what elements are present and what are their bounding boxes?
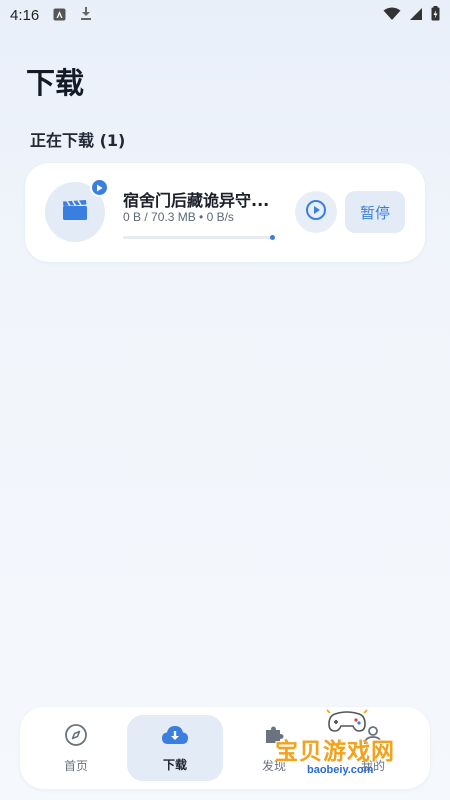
wifi-icon bbox=[383, 6, 401, 25]
bottom-navigation: 首页 下载 发现 我的 bbox=[20, 707, 430, 789]
user-icon bbox=[361, 723, 385, 751]
battery-icon bbox=[431, 5, 440, 25]
download-item-title: 宿舍门后藏诡异守... bbox=[123, 191, 270, 210]
app-notification-icon bbox=[53, 6, 66, 25]
download-notification-icon bbox=[80, 6, 92, 25]
nav-item-discover[interactable]: 发现 bbox=[226, 715, 322, 781]
section-title-downloading: 正在下载 (1) bbox=[30, 131, 126, 150]
nav-label-discover: 发现 bbox=[261, 758, 286, 773]
status-time: 4:16 bbox=[10, 6, 40, 24]
clapperboard-icon bbox=[62, 199, 88, 225]
play-circle-icon bbox=[305, 199, 327, 225]
pause-button[interactable]: 暂停 bbox=[345, 191, 405, 233]
nav-item-profile[interactable]: 我的 bbox=[325, 715, 421, 781]
puzzle-icon bbox=[262, 723, 286, 751]
nav-label-download: 下载 bbox=[162, 757, 187, 772]
signal-icon bbox=[409, 6, 423, 25]
download-item-card[interactable]: 宿舍门后藏诡异守... 0 B / 70.3 MB • 0 B/s 暂停 bbox=[25, 163, 425, 262]
compass-icon bbox=[64, 723, 88, 751]
nav-label-home: 首页 bbox=[63, 758, 88, 773]
cloud-download-icon bbox=[161, 724, 189, 750]
video-badge-play-icon bbox=[90, 178, 109, 197]
nav-item-home[interactable]: 首页 bbox=[28, 715, 124, 781]
resume-play-button[interactable] bbox=[295, 191, 337, 233]
nav-label-profile: 我的 bbox=[360, 758, 385, 773]
download-item-meta: 0 B / 70.3 MB • 0 B/s bbox=[123, 210, 234, 224]
status-bar: 4:16 bbox=[0, 0, 450, 30]
progress-indicator-dot bbox=[270, 235, 275, 240]
page-title: 下载 bbox=[26, 66, 85, 100]
nav-item-download[interactable]: 下载 bbox=[127, 715, 223, 781]
download-progress-bar bbox=[123, 235, 275, 240]
